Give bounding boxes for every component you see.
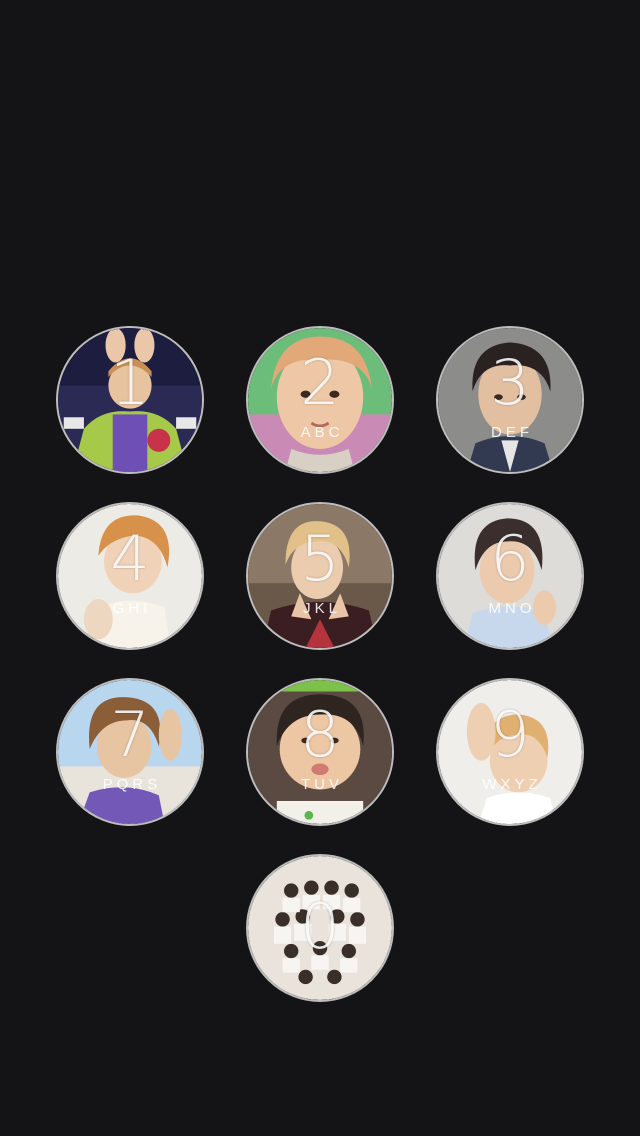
key-letters: PQRS [102,776,162,793]
keypad-key-2[interactable]: 2 ABC [246,326,394,474]
keypad-key-5[interactable]: 5 JKL [246,502,394,650]
key-digit: 8 [300,698,340,771]
passcode-lock-screen: 1 2 ABC 3 DEF 4 GHI 5 JKL 6 MNO 7 PQRS ●… [0,0,640,1136]
key-letters: TUV [301,776,343,793]
keypad-key-1[interactable]: 1 [56,326,204,474]
keypad-key-4[interactable]: 4 GHI [56,502,204,650]
key-digit: 9 [490,698,530,771]
keypad-key-7[interactable]: 7 PQRS [56,678,204,826]
svg-text:●: ● [303,804,315,824]
key-letters: MNO [488,600,536,617]
key-letters: JKL [303,600,341,617]
keypad-key-8[interactable]: ● 8 TUV [246,678,394,826]
keypad-key-3[interactable]: 3 DEF [436,326,584,474]
key-digit: 4 [110,522,150,595]
keypad-key-6[interactable]: 6 MNO [436,502,584,650]
key-digit: 6 [490,522,530,595]
key-digit: 5 [300,522,340,595]
key-digit: 7 [110,698,150,771]
key-letters: WXYZ [482,776,542,793]
key-digit: 2 [300,346,340,419]
key-letters: ABC [300,424,344,441]
key-letters: GHI [112,600,152,617]
key-digit: 0 [300,890,340,963]
keypad-key-0[interactable]: 0 [246,854,394,1002]
keypad-key-9[interactable]: 9 WXYZ [436,678,584,826]
key-letters: DEF [491,424,533,441]
key-digit: 3 [490,346,530,419]
key-digit: 1 [110,346,150,419]
